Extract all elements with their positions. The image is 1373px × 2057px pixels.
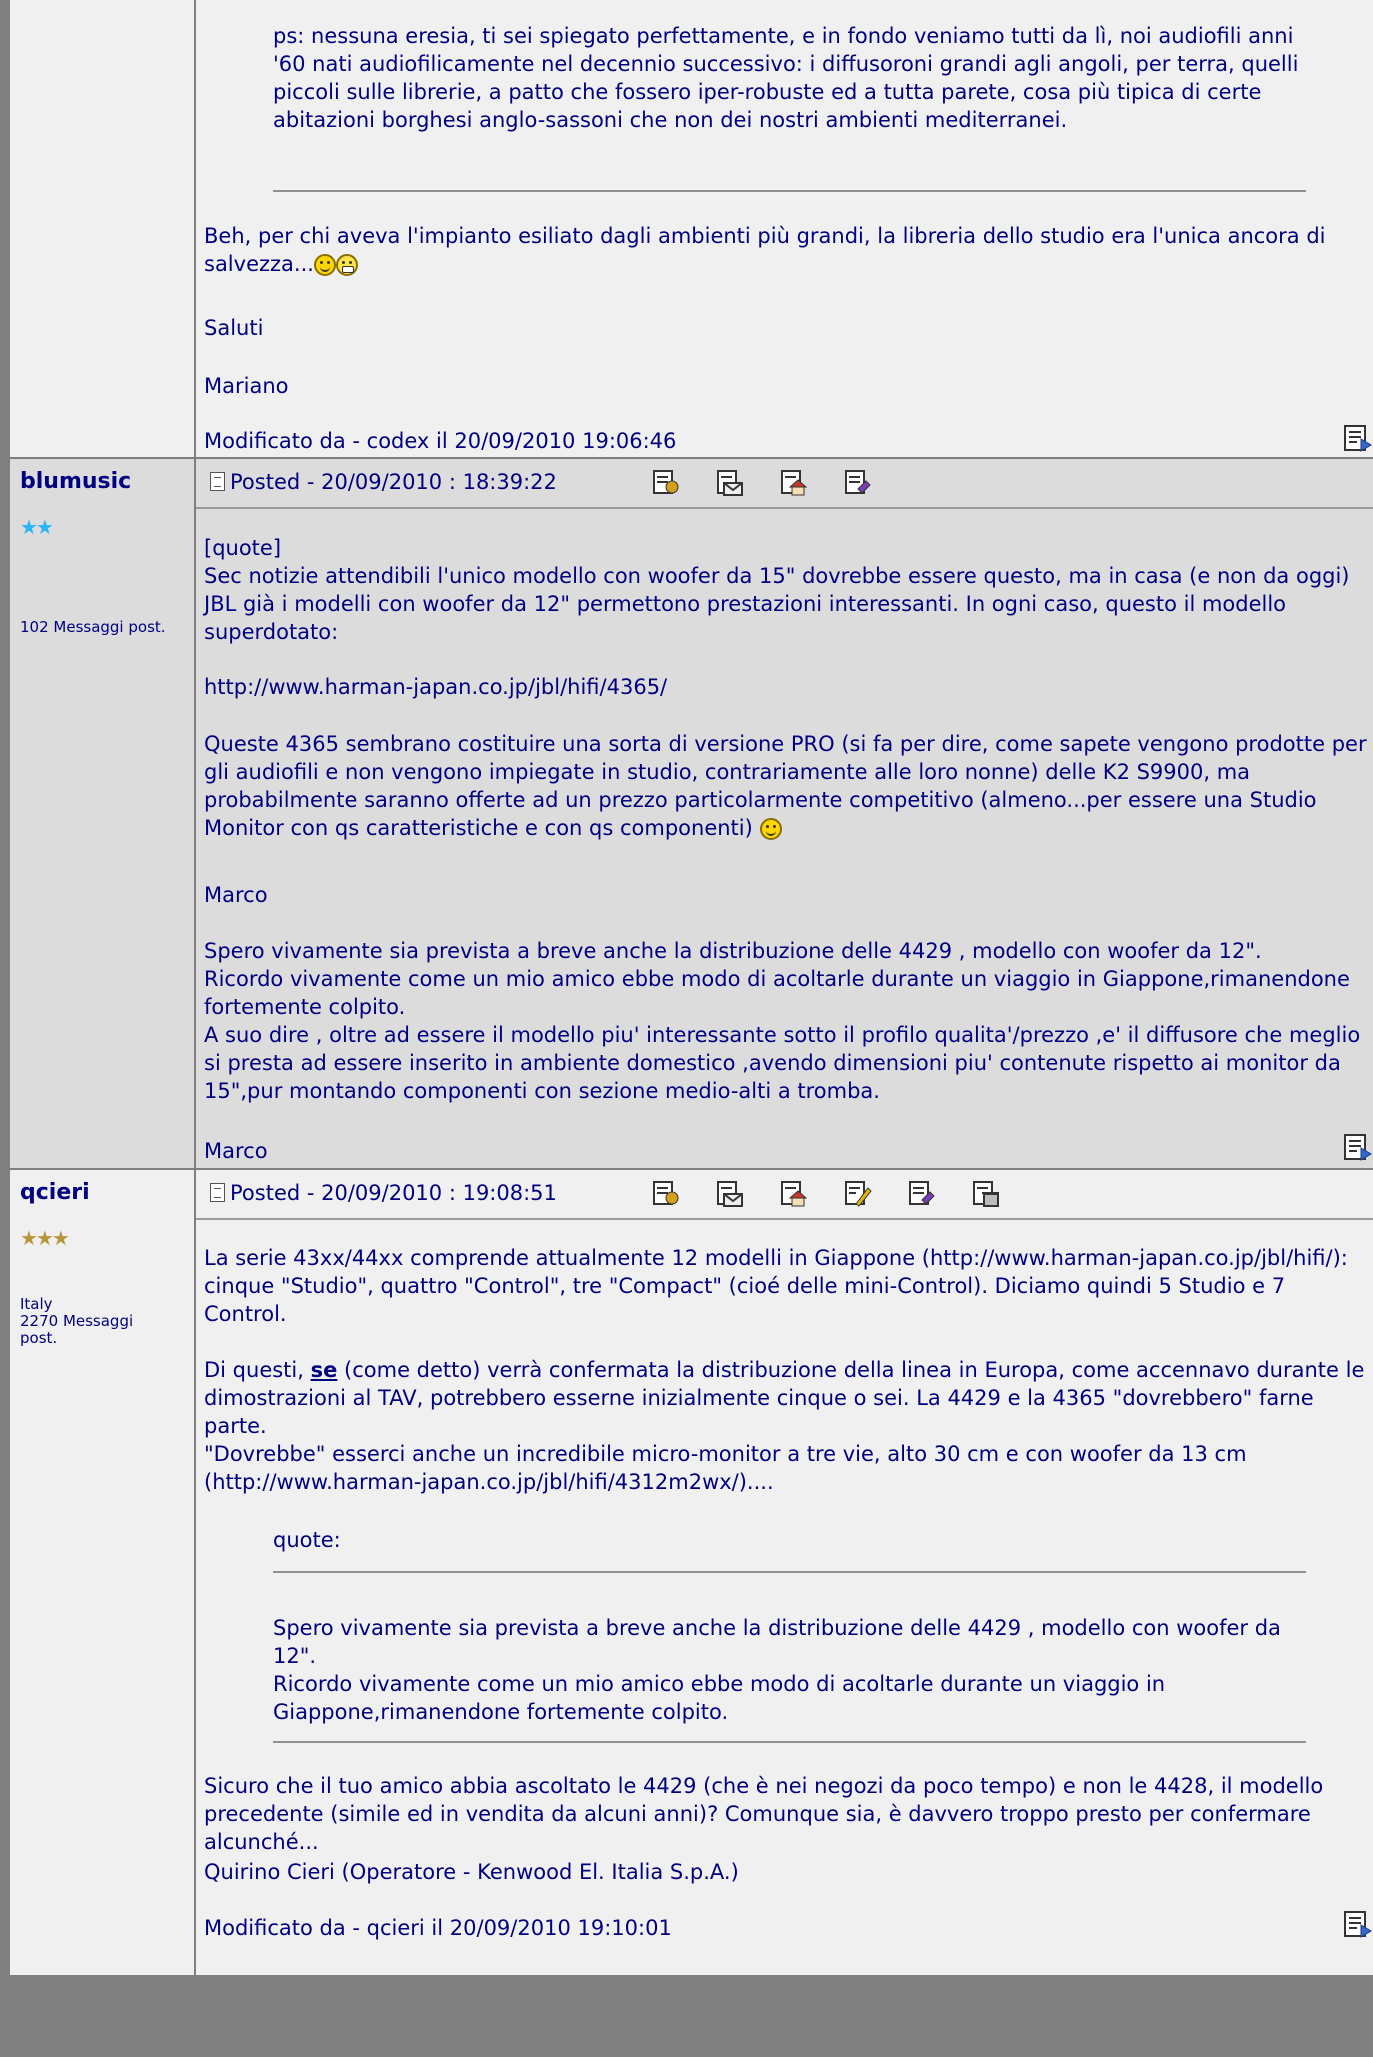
author-country: Italy [20,1295,53,1313]
reply-with-quote-icon[interactable] [1343,1132,1373,1162]
author-post-count: 2270 Messaggi post. [20,1312,134,1347]
post-row-codex: ps: nessuna eresia, ti sei spiegato perf… [0,0,1373,459]
quote-text: ps: nessuna eresia, ti sei spiegato perf… [273,24,1299,132]
message-cell: ps: nessuna eresia, ti sei spiegato perf… [196,0,1373,457]
forum-page: ps: nessuna eresia, ti sei spiegato perf… [0,0,1373,2057]
author-name[interactable]: qcieri [20,1180,90,1205]
message-paragraph: Ricordo vivamente come un mio amico ebbe… [204,967,1350,1019]
message-paragraph: Spero vivamente sia prevista a breve anc… [204,939,1262,963]
author-post-count: 102 Messaggi post. [20,618,166,636]
reply-quote-icon[interactable] [844,469,872,497]
quote-divider [273,1741,1306,1743]
signature-text: Mariano [204,374,289,398]
quote-body: Spero vivamente sia prevista a breve anc… [273,1616,1281,1668]
homepage-icon[interactable] [780,469,808,497]
smile-emoticon-icon [313,254,336,276]
posted-date: Posted - 20/09/2010 : 18:39:22 [210,468,557,496]
post-icon [210,472,225,491]
post-row-blumusic: blumusic ★★ 102 Messaggi post. Posted - … [0,459,1373,1170]
message-paragraph: A suo dire , oltre ad essere il modello … [204,1023,1361,1103]
reply-quote-icon[interactable] [908,1180,936,1208]
reply-with-quote-icon[interactable] [1343,1909,1373,1939]
quote-body: Ricordo vivamente come un mio amico ebbe… [273,1672,1166,1724]
message-paragraph: "Dovrebbe" esserci anche un incredibile … [204,1442,1247,1494]
message-paragraph: La serie 43xx/44xx comprende attualmente… [204,1246,1348,1326]
message-cell: Posted - 20/09/2010 : 19:08:51 La serie … [196,1170,1373,1975]
post-row-qcieri: qcieri ★★★ Italy 2270 Messaggi post. Pos… [0,1170,1373,1975]
edited-note: Modificato da - qcieri il 20/09/2010 19:… [204,1916,672,1940]
post-icon [210,1183,225,1202]
email-author-icon[interactable] [716,1180,744,1208]
delete-post-icon[interactable] [972,1180,1000,1208]
message-paragraph: Di questi, se (come detto) verrà conferm… [204,1358,1365,1438]
message-cell: Posted - 20/09/2010 : 18:39:22 [quote] S… [196,459,1373,1168]
signature-text: Quirino Cieri (Operatore - Kenwood El. I… [204,1860,739,1884]
email-author-icon[interactable] [716,469,744,497]
message-paragraph: Sec notizie attendibili l'unico modello … [204,564,1350,644]
edit-post-icon[interactable] [844,1180,872,1208]
quote-tag-text: [quote] [204,536,282,560]
message-paragraph: Queste 4365 sembrano costituire una sort… [204,732,1367,840]
quote-label: quote: [273,1528,341,1552]
author-cell: blumusic ★★ 102 Messaggi post. [8,459,196,1168]
signature-text: Marco [204,1139,268,1163]
posted-date: Posted - 20/09/2010 : 19:08:51 [210,1179,557,1207]
rank-stars-icon: ★★ [20,515,54,539]
message-paragraph: Sicuro che il tuo amico abbia ascoltato … [204,1774,1324,1854]
author-cell [8,0,196,457]
laugh-emoticon-icon [335,254,358,276]
post-header: Posted - 20/09/2010 : 19:08:51 [196,1170,1373,1220]
author-name[interactable]: blumusic [20,469,131,494]
homepage-icon[interactable] [780,1180,808,1208]
greeting-text: Saluti [204,316,264,340]
profile-icon[interactable] [652,469,680,497]
quote-divider [273,1571,1306,1573]
smile-emoticon-icon [759,818,782,840]
reply-with-quote-icon[interactable] [1343,423,1373,453]
rank-stars-icon: ★★★ [20,1226,70,1250]
profile-icon[interactable] [652,1180,680,1208]
edited-note: Modificato da - codex il 20/09/2010 19:0… [204,429,677,453]
message-text: Beh, per chi aveva l'impianto esiliato d… [204,224,1326,276]
quote-divider [273,190,1306,192]
author-cell: qcieri ★★★ Italy 2270 Messaggi post. [8,1170,196,1975]
model-link[interactable]: http://www.harman-japan.co.jp/jbl/hifi/4… [204,673,1367,701]
post-header: Posted - 20/09/2010 : 18:39:22 [196,459,1373,509]
signature-text: Marco [204,883,268,907]
